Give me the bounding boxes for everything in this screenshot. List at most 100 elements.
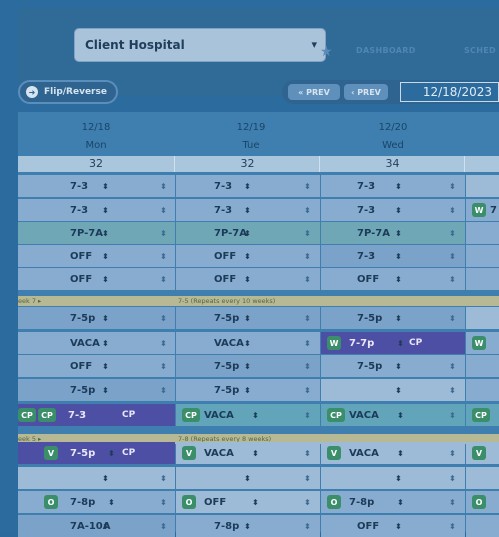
shift-cell-tue[interactable]: O OFF ⬍ ⬍ — [176, 491, 320, 513]
sort-arrows-icon[interactable]: ⬍ — [244, 182, 251, 191]
sort-arrows-icon[interactable]: ⬍ — [395, 522, 402, 531]
sort-arrows-icon[interactable]: ⬍ — [160, 182, 167, 191]
sort-arrows-icon[interactable]: ⬍ — [244, 474, 251, 483]
sort-arrows-icon[interactable]: ⬍ — [395, 206, 402, 215]
sort-arrows-icon[interactable]: ⬍ — [304, 474, 311, 483]
sort-arrows-icon[interactable]: ⬍ — [304, 339, 311, 348]
sort-arrows-icon[interactable]: ⬍ — [304, 411, 311, 420]
sort-arrows-icon[interactable]: ⬍ — [102, 182, 109, 191]
shift-cell-tue[interactable]: OFF ⬍ ⬍ — [176, 268, 320, 290]
sort-arrows-icon[interactable]: ⬍ — [449, 229, 456, 238]
shift-cell-tue[interactable]: VACA ⬍ ⬍ — [176, 332, 320, 354]
sort-arrows-icon[interactable]: ⬍ — [304, 229, 311, 238]
shift-cell-wed[interactable]: CP VACA ⬍ ⬍ — [321, 404, 465, 426]
sort-arrows-icon[interactable]: ⬍ — [395, 229, 402, 238]
shift-cell-wed[interactable]: 7-3 ⬍ ⬍ — [321, 175, 465, 197]
sort-arrows-icon[interactable]: ⬍ — [449, 522, 456, 531]
sort-arrows-icon[interactable]: ⬍ — [102, 362, 109, 371]
sort-arrows-icon[interactable]: ⬍ — [395, 314, 402, 323]
shift-cell-wed[interactable]: 7-5p ⬍ ⬍ — [321, 307, 465, 329]
shift-cell-thu[interactable] — [466, 268, 499, 290]
sort-arrows-icon[interactable]: ⬍ — [252, 411, 259, 420]
sort-arrows-icon[interactable]: ⬍ — [395, 386, 402, 395]
shift-cell-mon[interactable]: OFF ⬍ ⬍ — [18, 268, 175, 290]
shift-cell-tue[interactable]: ⬍ ⬍ — [176, 467, 320, 489]
sort-arrows-icon[interactable]: ⬍ — [160, 252, 167, 261]
shift-cell-tue[interactable]: 7-5p ⬍ ⬍ — [176, 307, 320, 329]
sort-arrows-icon[interactable]: ⬍ — [449, 182, 456, 191]
shift-cell-wed[interactable]: W 7-7p CP ⬍ — [321, 332, 465, 354]
sort-arrows-icon[interactable]: ⬍ — [102, 275, 109, 284]
sort-arrows-icon[interactable]: ⬍ — [395, 252, 402, 261]
sort-arrows-icon[interactable]: ⬍ — [252, 498, 259, 507]
sort-arrows-icon[interactable]: ⬍ — [304, 275, 311, 284]
sort-arrows-icon[interactable]: ⬍ — [304, 206, 311, 215]
shift-cell-mon[interactable]: 7A-10A ⬍ ⬍ — [18, 515, 175, 537]
sort-arrows-icon[interactable]: ⬍ — [449, 449, 456, 458]
sort-arrows-icon[interactable]: ⬍ — [449, 275, 456, 284]
sort-arrows-icon[interactable]: ⬍ — [397, 411, 404, 420]
sort-arrows-icon[interactable]: ⬍ — [304, 386, 311, 395]
shift-cell-thu[interactable]: W7 — [466, 199, 499, 221]
sort-arrows-icon[interactable]: ⬍ — [449, 411, 456, 420]
sort-arrows-icon[interactable]: ⬍ — [160, 275, 167, 284]
shift-cell-mon[interactable]: OFF ⬍ ⬍ — [18, 245, 175, 267]
prev-button[interactable]: ‹ PREV — [344, 84, 388, 100]
sort-arrows-icon[interactable]: ⬍ — [102, 206, 109, 215]
shift-cell-mon[interactable]: OFF ⬍ ⬍ — [18, 355, 175, 377]
sort-arrows-icon[interactable]: ⬍ — [102, 229, 109, 238]
sort-arrows-icon[interactable]: ⬍ — [244, 386, 251, 395]
shift-cell-tue[interactable]: CP VACA ⬍ ⬍ — [176, 404, 320, 426]
sort-arrows-icon[interactable]: ⬍ — [449, 386, 456, 395]
shift-cell-thu[interactable]: W — [466, 332, 499, 354]
sort-arrows-icon[interactable]: ⬍ — [160, 314, 167, 323]
shift-cell-thu[interactable]: CP — [466, 404, 499, 426]
shift-cell-tue[interactable]: OFF ⬍ ⬍ — [176, 245, 320, 267]
sort-arrows-icon[interactable]: ⬍ — [108, 498, 115, 507]
sort-arrows-icon[interactable]: ⬍ — [449, 206, 456, 215]
shift-cell-tue[interactable]: 7-3 ⬍ ⬍ — [176, 175, 320, 197]
shift-cell-mon[interactable]: CP CP 7-3 CP — [18, 404, 175, 426]
shift-cell-tue[interactable]: 7P-7A ⬍ ⬍ — [176, 222, 320, 244]
shift-cell-thu[interactable] — [466, 307, 499, 329]
shift-cell-wed[interactable]: O 7-8p ⬍ ⬍ — [321, 491, 465, 513]
sort-arrows-icon[interactable]: ⬍ — [304, 362, 311, 371]
shift-cell-wed[interactable]: V VACA ⬍ ⬍ — [321, 442, 465, 464]
shift-cell-tue[interactable]: 7-5p ⬍ ⬍ — [176, 379, 320, 401]
sort-arrows-icon[interactable]: ⬍ — [397, 498, 404, 507]
shift-cell-mon[interactable]: 7-5p ⬍ ⬍ — [18, 379, 175, 401]
sort-arrows-icon[interactable]: ⬍ — [102, 386, 109, 395]
shift-cell-tue[interactable]: 7-8p ⬍ ⬍ — [176, 515, 320, 537]
sort-arrows-icon[interactable]: ⬍ — [244, 362, 251, 371]
sort-arrows-icon[interactable]: ⬍ — [304, 498, 311, 507]
shift-cell-mon[interactable]: 7-5p ⬍ ⬍ — [18, 307, 175, 329]
shift-cell-thu[interactable] — [466, 222, 499, 244]
sort-arrows-icon[interactable]: ⬍ — [102, 339, 109, 348]
shift-cell-thu[interactable] — [466, 245, 499, 267]
sort-arrows-icon[interactable]: ⬍ — [244, 339, 251, 348]
sort-arrows-icon[interactable]: ⬍ — [304, 449, 311, 458]
sort-arrows-icon[interactable]: ⬍ — [449, 474, 456, 483]
shift-cell-thu[interactable] — [466, 355, 499, 377]
star-icon[interactable]: ★ — [320, 44, 333, 60]
sort-arrows-icon[interactable]: ⬍ — [304, 182, 311, 191]
sort-arrows-icon[interactable]: ⬍ — [160, 339, 167, 348]
sort-arrows-icon[interactable]: ⬍ — [449, 252, 456, 261]
sort-arrows-icon[interactable]: ⬍ — [160, 206, 167, 215]
sort-arrows-icon[interactable]: ⬍ — [449, 314, 456, 323]
sort-arrows-icon[interactable]: ⬍ — [102, 522, 109, 531]
shift-cell-thu[interactable] — [466, 467, 499, 489]
sort-arrows-icon[interactable]: ⬍ — [395, 182, 402, 191]
sort-arrows-icon[interactable]: ⬍ — [397, 449, 404, 458]
nav-dashboard[interactable]: DASHBOARD — [356, 46, 416, 55]
sort-arrows-icon[interactable]: ⬍ — [244, 522, 251, 531]
hospital-select[interactable]: Client Hospital ▾ — [74, 28, 326, 62]
shift-cell-wed[interactable]: OFF ⬍ ⬍ — [321, 268, 465, 290]
sort-arrows-icon[interactable]: ⬍ — [449, 498, 456, 507]
sort-arrows-icon[interactable]: ⬍ — [160, 386, 167, 395]
shift-cell-wed[interactable]: 7-3 ⬍ ⬍ — [321, 199, 465, 221]
shift-cell-wed[interactable]: 7P-7A ⬍ ⬍ — [321, 222, 465, 244]
sort-arrows-icon[interactable]: ⬍ — [108, 449, 115, 458]
shift-cell-mon[interactable]: 7P-7A ⬍ ⬍ — [18, 222, 175, 244]
sort-arrows-icon[interactable]: ⬍ — [102, 474, 109, 483]
